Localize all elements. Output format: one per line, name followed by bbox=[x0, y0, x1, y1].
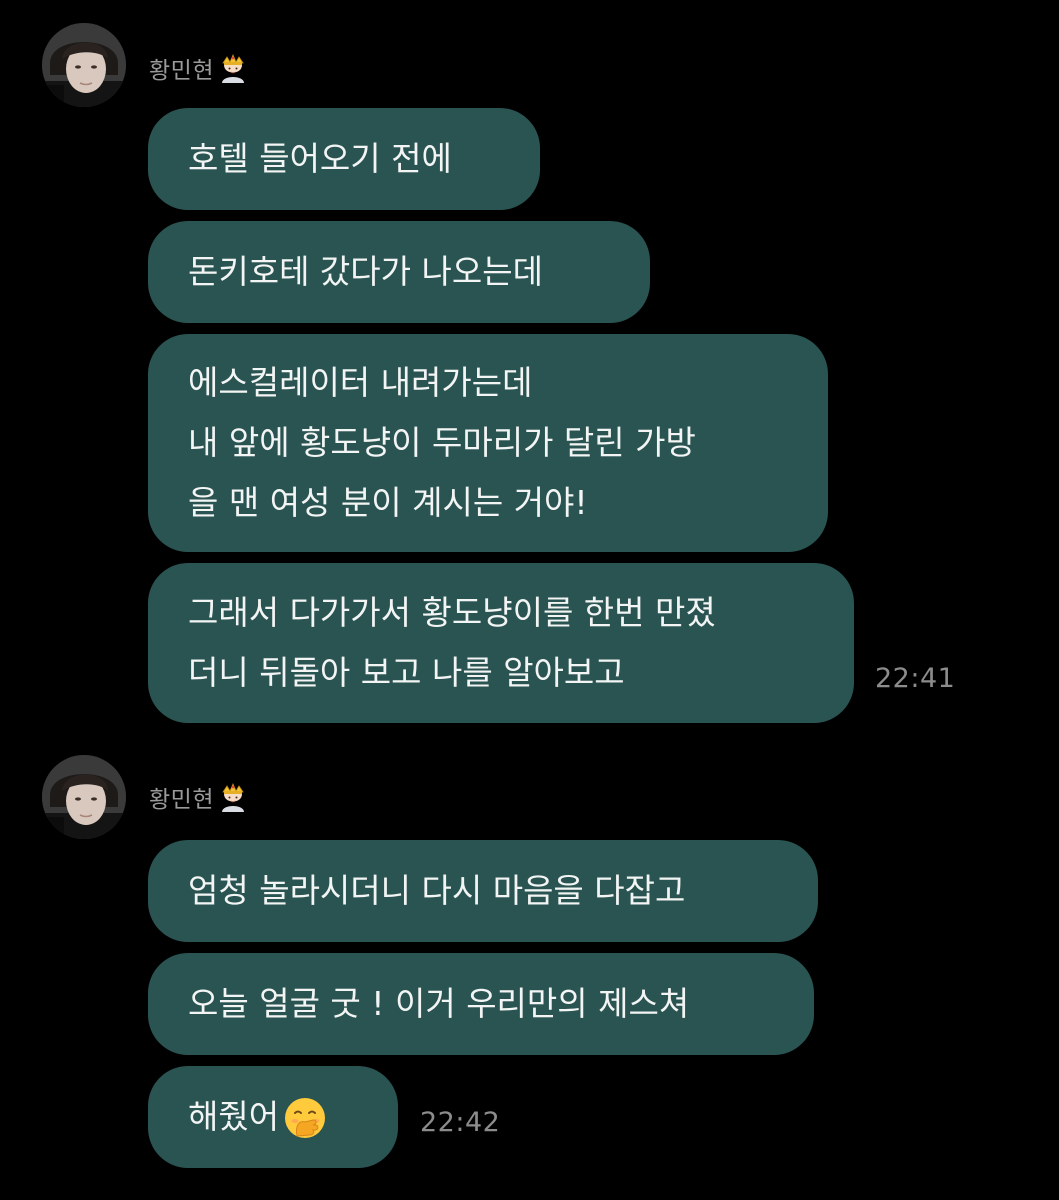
message-text: 돈키호테 갔다가 나오는데 bbox=[188, 252, 543, 291]
message-text: 더니 뒤돌아 보고 나를 알아보고 bbox=[188, 653, 625, 692]
message-text: 호텔 들어오기 전에 bbox=[188, 139, 452, 178]
message-text: 을 맨 여성 분이 계시는 거야! bbox=[188, 483, 588, 522]
message-timestamp: 22:42 bbox=[420, 1107, 501, 1138]
avatar-image bbox=[42, 23, 126, 107]
message-bubble[interactable]: 엄청 놀라시더니 다시 마음을 다잡고 bbox=[148, 840, 818, 942]
crown-person-emoji-icon bbox=[218, 53, 248, 83]
message-bubble[interactable]: 호텔 들어오기 전에 bbox=[148, 108, 540, 210]
sender-name: 황민현 bbox=[149, 58, 214, 84]
face-with-hand-over-mouth-emoji-icon bbox=[283, 1096, 327, 1140]
avatar-image bbox=[42, 755, 126, 839]
message-bubble[interactable]: 에스컬레이터 내려가는데 내 앞에 황도냥이 두마리가 달린 가방 을 맨 여성… bbox=[148, 334, 828, 552]
message-text: 오늘 얼굴 굿 ! 이거 우리만의 제스쳐 bbox=[188, 984, 690, 1023]
message-line: 해줬어 bbox=[188, 1094, 327, 1141]
message-bubble[interactable]: 오늘 얼굴 굿 ! 이거 우리만의 제스쳐 bbox=[148, 953, 814, 1055]
message-text: 엄청 놀라시더니 다시 마음을 다잡고 bbox=[188, 871, 686, 910]
sender-header: 황민현 bbox=[149, 780, 248, 814]
avatar[interactable] bbox=[42, 755, 126, 839]
message-timestamp: 22:41 bbox=[875, 663, 956, 694]
message-text: 내 앞에 황도냥이 두마리가 달린 가방 bbox=[188, 423, 696, 462]
chat-thread: 황민현 호텔 들어오기 전에 돈키호테 갔다가 나오는데 에스컬레이터 내려가는… bbox=[0, 0, 1059, 1200]
message-bubble[interactable]: 돈키호테 갔다가 나오는데 bbox=[148, 221, 650, 323]
message-text: 에스컬레이터 내려가는데 bbox=[188, 363, 533, 402]
crown-person-emoji-icon bbox=[218, 782, 248, 812]
sender-name: 황민현 bbox=[149, 787, 214, 813]
message-text: 해줬어 bbox=[188, 1096, 280, 1136]
message-text: 그래서 다가가서 황도냥이를 한번 만졌 bbox=[188, 593, 716, 632]
message-bubble[interactable]: 그래서 다가가서 황도냥이를 한번 만졌 더니 뒤돌아 보고 나를 알아보고 bbox=[148, 563, 854, 723]
message-bubble[interactable]: 해줬어 bbox=[148, 1066, 398, 1168]
sender-header: 황민현 bbox=[149, 51, 248, 85]
avatar[interactable] bbox=[42, 23, 126, 107]
